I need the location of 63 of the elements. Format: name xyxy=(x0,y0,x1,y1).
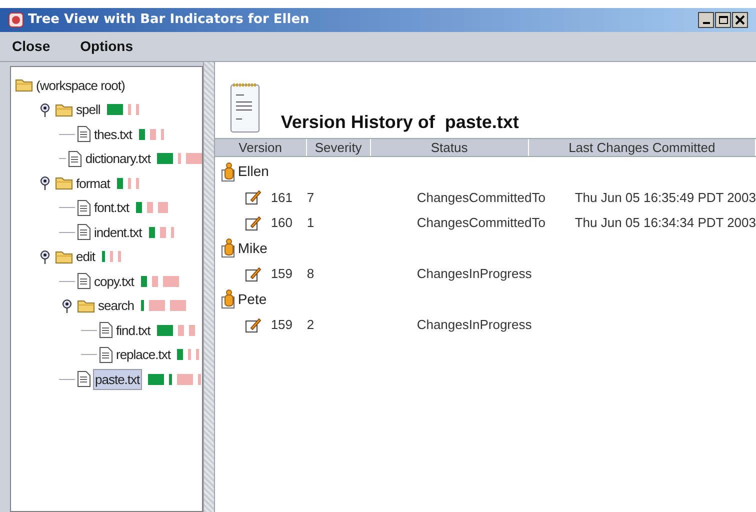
user-icon xyxy=(220,289,237,310)
tree-item-label[interactable]: replace.txt xyxy=(115,345,172,364)
tree-item-label[interactable]: (workspace root) xyxy=(35,76,126,95)
user-name[interactable]: Ellen xyxy=(238,161,269,182)
table-cell-text: 161 xyxy=(270,188,294,206)
file-icon xyxy=(68,150,82,167)
file-icon xyxy=(77,126,91,142)
tree-item-label[interactable]: indent.txt xyxy=(93,222,143,242)
folder-icon xyxy=(15,78,33,92)
tree-item-label[interactable]: find.txt xyxy=(115,320,152,340)
folder-icon xyxy=(55,176,73,190)
maximize-button[interactable] xyxy=(715,12,731,28)
file-icon xyxy=(77,273,91,290)
table-cell-text: 1 xyxy=(306,214,316,232)
table-cell-text: ChangesInProgress xyxy=(416,265,533,283)
table-cell-text: Thu Jun 05 16:35:49 PDT 2003 xyxy=(574,188,756,206)
tree-item-label[interactable]: copy.txt xyxy=(93,272,135,291)
edit-icon xyxy=(244,214,261,231)
tree-item-label[interactable]: spell xyxy=(75,100,102,120)
column-header[interactable]: Version xyxy=(214,139,307,156)
file-icon xyxy=(77,200,91,216)
user-name[interactable]: Pete xyxy=(238,288,267,310)
table-cell-text: 160 xyxy=(270,214,294,232)
app-icon xyxy=(8,12,24,28)
tree-item-label[interactable]: dictionary.txt xyxy=(84,149,152,168)
minimize-button[interactable] xyxy=(698,12,714,28)
tree-item-label[interactable]: thes.txt xyxy=(93,124,133,144)
table-cell-text: Thu Jun 05 16:34:34 PDT 2003 xyxy=(574,214,756,232)
column-header[interactable]: Severity xyxy=(306,139,371,156)
folder-icon xyxy=(55,102,73,117)
edit-icon xyxy=(244,266,261,282)
file-icon xyxy=(99,322,113,338)
menu-item[interactable]: Options xyxy=(80,36,134,57)
table-cell-text: 7 xyxy=(306,188,316,206)
history-title: Version History of paste.txt xyxy=(280,111,519,134)
folder-icon xyxy=(55,250,73,264)
table-cell-text: 2 xyxy=(306,316,316,334)
close-button[interactable] xyxy=(732,12,748,28)
user-icon xyxy=(220,238,237,258)
tree-item-label[interactable]: search xyxy=(97,296,136,316)
user-name[interactable]: Mike xyxy=(238,238,268,259)
tree-item-label[interactable]: format xyxy=(75,174,111,193)
user-icon xyxy=(220,162,237,182)
notepad-icon xyxy=(228,82,261,134)
edit-icon xyxy=(244,189,261,206)
table-cell-text: 159 xyxy=(270,316,294,334)
file-icon xyxy=(77,371,91,388)
folder-icon xyxy=(77,298,95,313)
table-cell-text: ChangesCommittedTo xyxy=(416,214,546,232)
file-icon xyxy=(77,224,91,240)
tree-item-label[interactable]: edit xyxy=(75,247,96,266)
tree-item-label[interactable]: paste.txt xyxy=(93,368,142,390)
table-cell-text: 159 xyxy=(270,265,294,283)
table-cell-text: ChangesCommittedTo xyxy=(416,188,546,207)
menu-item[interactable]: Close xyxy=(12,36,50,57)
file-icon xyxy=(99,346,113,363)
edit-icon xyxy=(244,316,261,333)
window-title: Tree View with Bar Indicators for Ellen xyxy=(28,11,310,30)
column-header[interactable]: Status xyxy=(370,139,529,156)
tree-item-label[interactable]: font.txt xyxy=(93,198,130,218)
table-cell-text: 8 xyxy=(306,265,316,283)
column-header[interactable]: Last Changes Committed xyxy=(528,139,756,156)
table-cell-text: ChangesInProgress xyxy=(416,316,533,334)
